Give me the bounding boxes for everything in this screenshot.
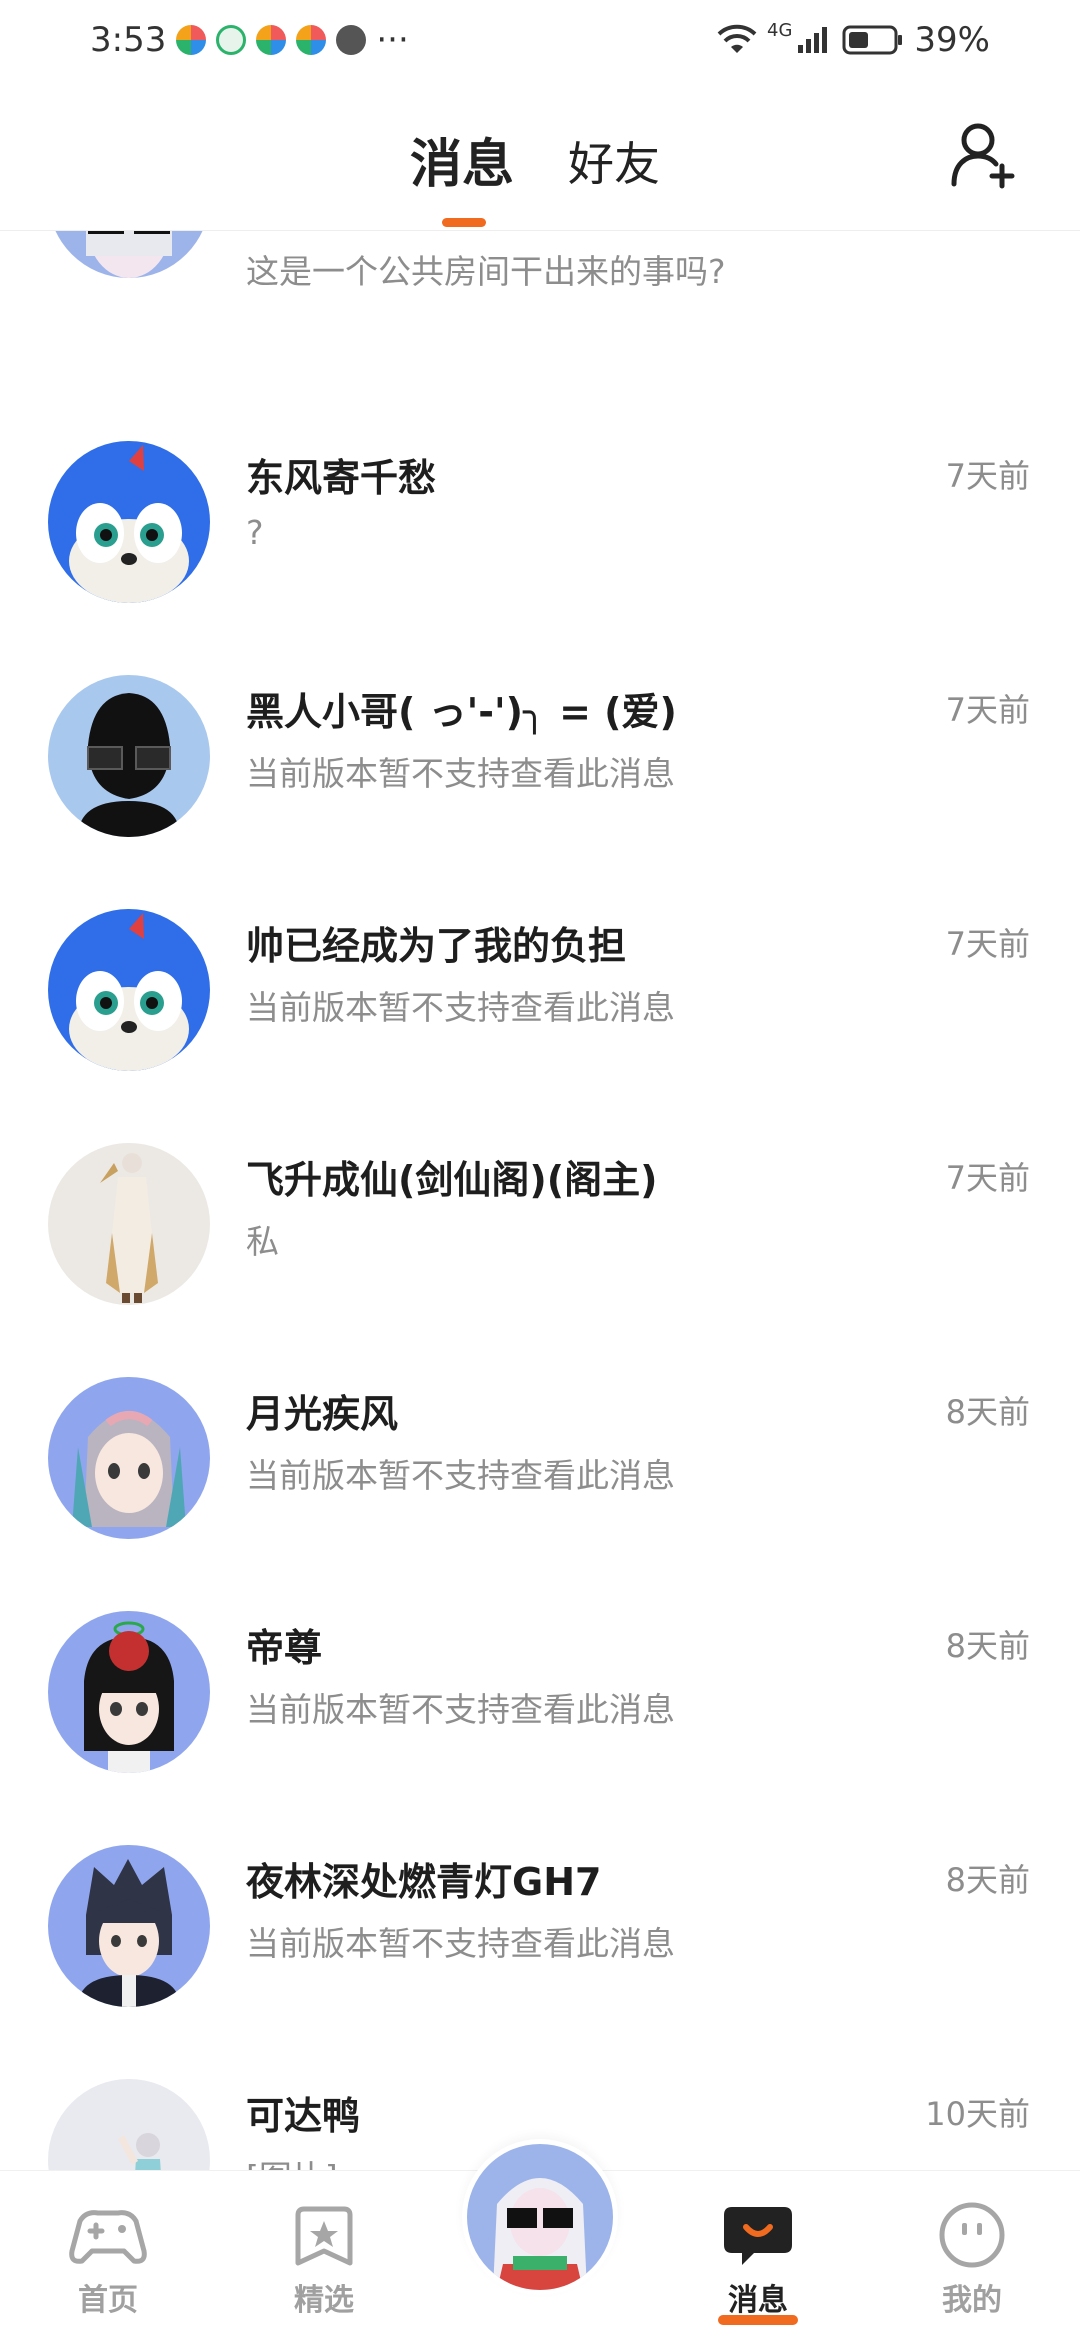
avatar-character-icon — [467, 2144, 613, 2290]
message-row[interactable]: 月光疾风 8天前 当前版本暂不支持查看此消息 — [0, 1337, 1080, 1571]
avatar — [48, 2079, 210, 2171]
message-time: 8天前 — [945, 1393, 1030, 1431]
contact-name: 黑人小哥( っ'-')╮ = (爱) — [246, 690, 677, 734]
message-list: 这是一个公共房间干出来的事吗? 东风寄千愁 7天前 ? 黑人小哥( っ'-')╮… — [0, 231, 1080, 2171]
contact-name: 帅已经成为了我的负担 — [246, 924, 627, 968]
contact-name: 帝尊 — [246, 1626, 323, 1670]
contact-name: 夜林深处燃青灯GH7 — [246, 1860, 602, 1904]
nav-messages-label: 消息 — [728, 2283, 788, 2318]
message-time: 10天前 — [925, 2095, 1030, 2133]
message-preview: 当前版本暂不支持查看此消息 — [246, 754, 675, 793]
message-time: 8天前 — [945, 1627, 1030, 1665]
battery-icon — [842, 25, 903, 55]
message-preview: 当前版本暂不支持查看此消息 — [246, 988, 675, 1027]
message-preview: [图片] — [246, 2151, 338, 2171]
message-preview: 当前版本暂不支持查看此消息 — [246, 1690, 675, 1729]
message-row[interactable]: 这是一个公共房间干出来的事吗? — [0, 231, 1080, 375]
add-friend-icon[interactable] — [950, 120, 1020, 190]
message-row[interactable]: 帝尊 8天前 当前版本暂不支持查看此消息 — [0, 1571, 1080, 1805]
avatar — [48, 1377, 210, 1539]
status-right: 4G 39% — [717, 20, 990, 60]
notification-icon — [296, 25, 327, 55]
message-preview: 当前版本暂不支持查看此消息 — [246, 1924, 675, 1963]
avatar — [48, 231, 210, 278]
avatar — [48, 1611, 210, 1773]
message-row[interactable]: 东风寄千愁 7天前 ? — [0, 401, 1080, 635]
nav-home[interactable]: 首页 — [28, 2201, 188, 2319]
tab-messages[interactable]: 消息 — [410, 122, 514, 197]
message-preview: ? — [246, 513, 264, 552]
nav-featured-label: 精选 — [294, 2283, 354, 2318]
header: 消息 好友 — [0, 80, 1080, 231]
network-type: 4G — [767, 19, 793, 41]
avatar — [48, 675, 210, 837]
notification-icon — [216, 25, 247, 55]
message-preview: 私 — [246, 1222, 279, 1261]
notification-icon — [256, 25, 287, 55]
message-row[interactable]: 黑人小哥( っ'-')╮ = (爱) 7天前 当前版本暂不支持查看此消息 — [0, 635, 1080, 869]
contact-name: 东风寄千愁 — [246, 456, 437, 500]
wifi-icon — [717, 24, 757, 53]
avatar — [48, 909, 210, 1071]
notification-icon — [176, 25, 207, 55]
nav-mine-label: 我的 — [942, 2283, 1002, 2318]
center-avatar-button[interactable] — [462, 2139, 618, 2295]
message-time: 7天前 — [945, 691, 1030, 729]
contact-name: 可达鸭 — [246, 2094, 361, 2138]
chat-bubble-icon — [724, 2207, 792, 2265]
contact-name: 飞升成仙(剑仙阁)(阁主) — [246, 1158, 658, 1202]
smiley-face-icon — [939, 2202, 1005, 2268]
avatar — [48, 1845, 210, 2007]
message-preview: 这是一个公共房间干出来的事吗? — [246, 252, 726, 291]
bottom-nav: 首页 精选 消息 我的 — [0, 2139, 1080, 2340]
message-row[interactable]: 帅已经成为了我的负担 7天前 当前版本暂不支持查看此消息 — [0, 869, 1080, 1103]
nav-active-indicator — [718, 2315, 798, 2325]
message-time: 7天前 — [945, 457, 1030, 495]
message-row[interactable]: 飞升成仙(剑仙阁)(阁主) 7天前 私 — [0, 1103, 1080, 1337]
status-bar: 3:53 ··· 4G 39% — [0, 0, 1080, 80]
avatar — [48, 1143, 210, 1305]
message-row[interactable]: 夜林深处燃青灯GH7 8天前 当前版本暂不支持查看此消息 — [0, 1805, 1080, 2039]
status-time: 3:53 — [90, 20, 167, 60]
contact-name: 月光疾风 — [246, 1392, 399, 1436]
nav-featured[interactable]: 精选 — [244, 2201, 404, 2319]
nav-home-label: 首页 — [78, 2283, 138, 2318]
avatar — [48, 441, 210, 603]
screen: 3:53 ··· 4G 39% 消息 好友 这是一个公共房间干出来的事吗? 东风… — [0, 0, 1080, 2340]
message-time: 8天前 — [945, 1861, 1030, 1899]
more-notifications: ··· — [376, 20, 409, 60]
tab-friends[interactable]: 好友 — [568, 128, 660, 194]
signal-icon — [798, 27, 828, 53]
message-time: 7天前 — [945, 1159, 1030, 1197]
message-preview: 当前版本暂不支持查看此消息 — [246, 1456, 675, 1495]
star-badge-icon — [295, 2206, 353, 2266]
nav-mine[interactable]: 我的 — [892, 2201, 1052, 2319]
message-time: 7天前 — [945, 925, 1030, 963]
gamepad-icon — [69, 2210, 147, 2264]
notification-icon — [336, 25, 367, 55]
active-tab-indicator — [442, 218, 486, 227]
battery-percent: 39% — [914, 20, 990, 60]
status-left: 3:53 ··· — [90, 20, 409, 60]
nav-messages[interactable]: 消息 — [678, 2201, 838, 2325]
